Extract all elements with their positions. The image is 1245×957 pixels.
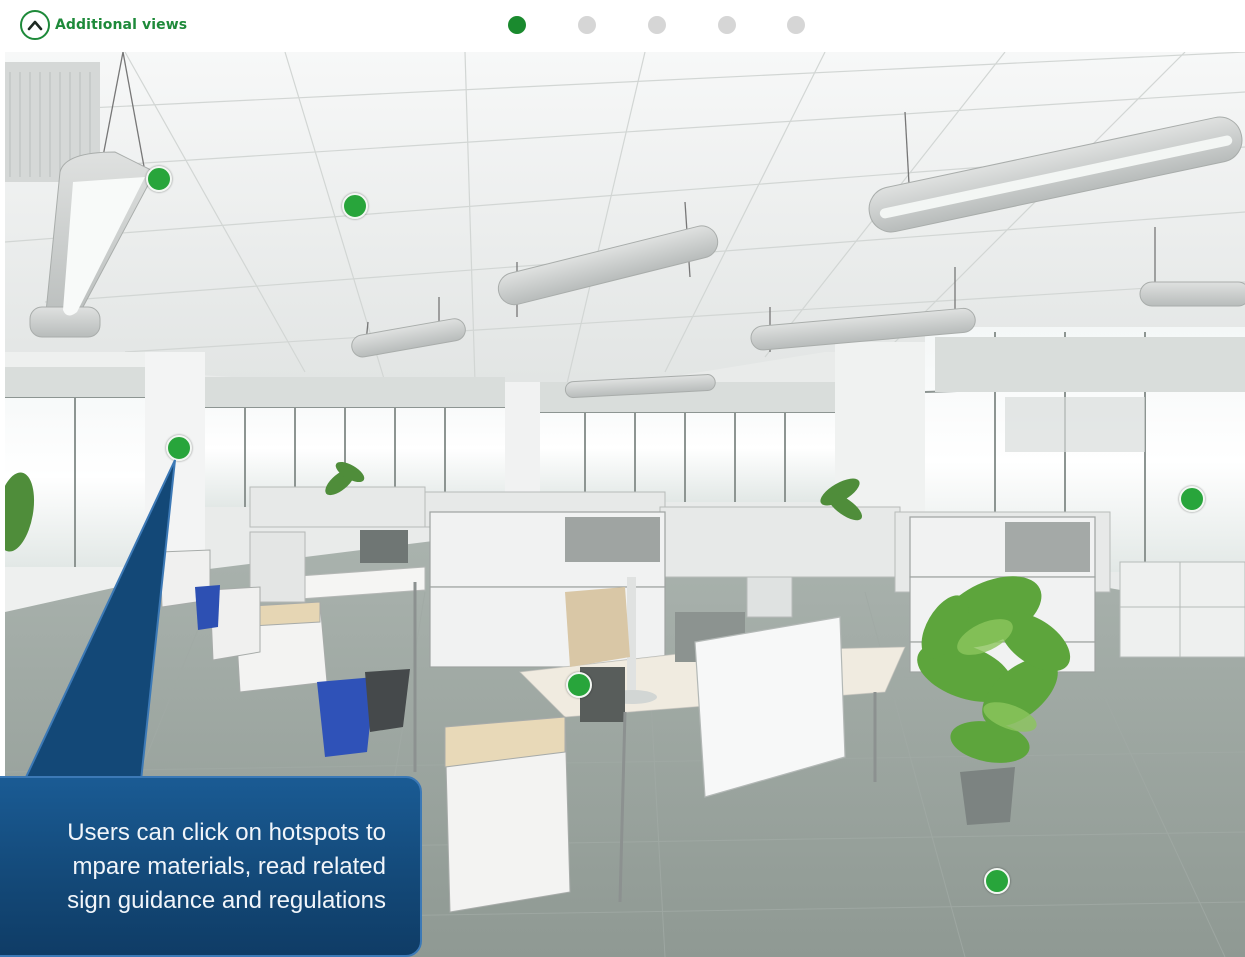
pagination-dot-3[interactable] [648,16,666,34]
pagination-dot-4[interactable] [718,16,736,34]
pagination-dot-2[interactable] [578,16,596,34]
pagination-dot-1[interactable] [508,16,526,34]
hotspot-floor[interactable] [984,868,1010,894]
hotspot-desk[interactable] [566,672,592,698]
callout-line-3: sign guidance and regulations [67,887,386,914]
callout-line-1: Users can click on hotspots to [67,819,386,846]
callout-text: Users can click on hotspots to mpare mat… [0,816,400,918]
hotspot-window[interactable] [1179,486,1205,512]
pagination-dot-5[interactable] [787,16,805,34]
callout-line-2: mpare materials, read related [72,853,386,880]
